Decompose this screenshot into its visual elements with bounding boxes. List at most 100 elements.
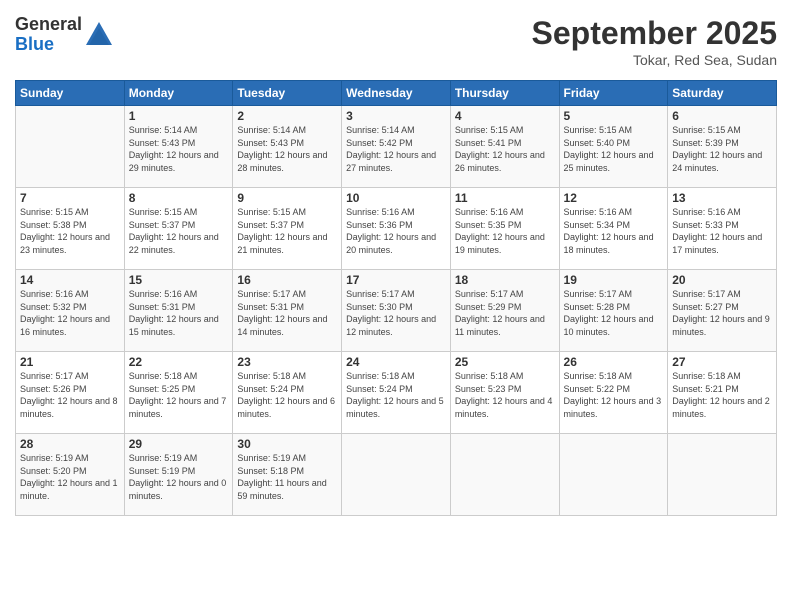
day-cell: 22Sunrise: 5:18 AM Sunset: 5:25 PM Dayli…	[124, 352, 233, 434]
day-number: 27	[672, 355, 772, 369]
day-number: 9	[237, 191, 337, 205]
day-info: Sunrise: 5:17 AM Sunset: 5:31 PM Dayligh…	[237, 288, 337, 338]
day-number: 4	[455, 109, 555, 123]
day-number: 24	[346, 355, 446, 369]
day-cell: 9Sunrise: 5:15 AM Sunset: 5:37 PM Daylig…	[233, 188, 342, 270]
day-info: Sunrise: 5:15 AM Sunset: 5:39 PM Dayligh…	[672, 124, 772, 174]
day-number: 18	[455, 273, 555, 287]
day-cell: 4Sunrise: 5:15 AM Sunset: 5:41 PM Daylig…	[450, 106, 559, 188]
day-number: 21	[20, 355, 120, 369]
day-cell: 8Sunrise: 5:15 AM Sunset: 5:37 PM Daylig…	[124, 188, 233, 270]
day-cell: 7Sunrise: 5:15 AM Sunset: 5:38 PM Daylig…	[16, 188, 125, 270]
day-info: Sunrise: 5:17 AM Sunset: 5:29 PM Dayligh…	[455, 288, 555, 338]
calendar-body: 1Sunrise: 5:14 AM Sunset: 5:43 PM Daylig…	[16, 106, 777, 516]
day-number: 28	[20, 437, 120, 451]
day-number: 13	[672, 191, 772, 205]
day-number: 8	[129, 191, 229, 205]
day-number: 1	[129, 109, 229, 123]
day-cell: 15Sunrise: 5:16 AM Sunset: 5:31 PM Dayli…	[124, 270, 233, 352]
day-cell	[450, 434, 559, 516]
day-cell: 24Sunrise: 5:18 AM Sunset: 5:24 PM Dayli…	[342, 352, 451, 434]
day-cell: 2Sunrise: 5:14 AM Sunset: 5:43 PM Daylig…	[233, 106, 342, 188]
day-number: 7	[20, 191, 120, 205]
day-cell	[16, 106, 125, 188]
day-number: 30	[237, 437, 337, 451]
day-info: Sunrise: 5:18 AM Sunset: 5:24 PM Dayligh…	[346, 370, 446, 420]
day-number: 16	[237, 273, 337, 287]
day-number: 11	[455, 191, 555, 205]
week-row-2: 14Sunrise: 5:16 AM Sunset: 5:32 PM Dayli…	[16, 270, 777, 352]
week-row-3: 21Sunrise: 5:17 AM Sunset: 5:26 PM Dayli…	[16, 352, 777, 434]
header: General Blue September 2025 Tokar, Red S…	[15, 15, 777, 68]
col-friday: Friday	[559, 81, 668, 106]
day-cell: 29Sunrise: 5:19 AM Sunset: 5:19 PM Dayli…	[124, 434, 233, 516]
day-number: 3	[346, 109, 446, 123]
day-info: Sunrise: 5:19 AM Sunset: 5:19 PM Dayligh…	[129, 452, 229, 502]
week-row-0: 1Sunrise: 5:14 AM Sunset: 5:43 PM Daylig…	[16, 106, 777, 188]
logo-general: General	[15, 15, 82, 35]
day-info: Sunrise: 5:14 AM Sunset: 5:43 PM Dayligh…	[237, 124, 337, 174]
day-info: Sunrise: 5:16 AM Sunset: 5:36 PM Dayligh…	[346, 206, 446, 256]
logo-icon	[84, 20, 114, 50]
day-info: Sunrise: 5:17 AM Sunset: 5:28 PM Dayligh…	[564, 288, 664, 338]
day-info: Sunrise: 5:18 AM Sunset: 5:25 PM Dayligh…	[129, 370, 229, 420]
day-cell: 12Sunrise: 5:16 AM Sunset: 5:34 PM Dayli…	[559, 188, 668, 270]
day-number: 14	[20, 273, 120, 287]
week-row-4: 28Sunrise: 5:19 AM Sunset: 5:20 PM Dayli…	[16, 434, 777, 516]
day-info: Sunrise: 5:16 AM Sunset: 5:31 PM Dayligh…	[129, 288, 229, 338]
day-cell: 28Sunrise: 5:19 AM Sunset: 5:20 PM Dayli…	[16, 434, 125, 516]
day-info: Sunrise: 5:14 AM Sunset: 5:42 PM Dayligh…	[346, 124, 446, 174]
day-number: 22	[129, 355, 229, 369]
day-info: Sunrise: 5:19 AM Sunset: 5:18 PM Dayligh…	[237, 452, 337, 502]
day-info: Sunrise: 5:16 AM Sunset: 5:34 PM Dayligh…	[564, 206, 664, 256]
day-cell: 25Sunrise: 5:18 AM Sunset: 5:23 PM Dayli…	[450, 352, 559, 434]
day-info: Sunrise: 5:14 AM Sunset: 5:43 PM Dayligh…	[129, 124, 229, 174]
col-saturday: Saturday	[668, 81, 777, 106]
day-cell	[559, 434, 668, 516]
day-cell	[668, 434, 777, 516]
day-cell: 19Sunrise: 5:17 AM Sunset: 5:28 PM Dayli…	[559, 270, 668, 352]
day-number: 2	[237, 109, 337, 123]
day-cell: 23Sunrise: 5:18 AM Sunset: 5:24 PM Dayli…	[233, 352, 342, 434]
day-cell: 20Sunrise: 5:17 AM Sunset: 5:27 PM Dayli…	[668, 270, 777, 352]
day-cell: 11Sunrise: 5:16 AM Sunset: 5:35 PM Dayli…	[450, 188, 559, 270]
day-cell: 13Sunrise: 5:16 AM Sunset: 5:33 PM Dayli…	[668, 188, 777, 270]
day-number: 12	[564, 191, 664, 205]
day-number: 10	[346, 191, 446, 205]
col-sunday: Sunday	[16, 81, 125, 106]
day-info: Sunrise: 5:17 AM Sunset: 5:27 PM Dayligh…	[672, 288, 772, 338]
logo: General Blue	[15, 15, 114, 55]
day-number: 29	[129, 437, 229, 451]
day-info: Sunrise: 5:17 AM Sunset: 5:30 PM Dayligh…	[346, 288, 446, 338]
day-info: Sunrise: 5:18 AM Sunset: 5:21 PM Dayligh…	[672, 370, 772, 420]
day-number: 15	[129, 273, 229, 287]
calendar-table: Sunday Monday Tuesday Wednesday Thursday…	[15, 80, 777, 516]
day-number: 23	[237, 355, 337, 369]
day-cell: 16Sunrise: 5:17 AM Sunset: 5:31 PM Dayli…	[233, 270, 342, 352]
title-section: September 2025 Tokar, Red Sea, Sudan	[532, 15, 777, 68]
day-number: 25	[455, 355, 555, 369]
day-number: 6	[672, 109, 772, 123]
day-info: Sunrise: 5:19 AM Sunset: 5:20 PM Dayligh…	[20, 452, 120, 502]
day-info: Sunrise: 5:16 AM Sunset: 5:32 PM Dayligh…	[20, 288, 120, 338]
logo-text: General Blue	[15, 15, 82, 55]
day-cell: 27Sunrise: 5:18 AM Sunset: 5:21 PM Dayli…	[668, 352, 777, 434]
day-number: 19	[564, 273, 664, 287]
day-info: Sunrise: 5:15 AM Sunset: 5:37 PM Dayligh…	[129, 206, 229, 256]
day-cell: 21Sunrise: 5:17 AM Sunset: 5:26 PM Dayli…	[16, 352, 125, 434]
col-monday: Monday	[124, 81, 233, 106]
day-info: Sunrise: 5:15 AM Sunset: 5:37 PM Dayligh…	[237, 206, 337, 256]
day-info: Sunrise: 5:15 AM Sunset: 5:40 PM Dayligh…	[564, 124, 664, 174]
col-thursday: Thursday	[450, 81, 559, 106]
day-cell	[342, 434, 451, 516]
header-row: Sunday Monday Tuesday Wednesday Thursday…	[16, 81, 777, 106]
day-info: Sunrise: 5:15 AM Sunset: 5:38 PM Dayligh…	[20, 206, 120, 256]
day-cell: 10Sunrise: 5:16 AM Sunset: 5:36 PM Dayli…	[342, 188, 451, 270]
day-info: Sunrise: 5:16 AM Sunset: 5:33 PM Dayligh…	[672, 206, 772, 256]
day-cell: 26Sunrise: 5:18 AM Sunset: 5:22 PM Dayli…	[559, 352, 668, 434]
day-info: Sunrise: 5:16 AM Sunset: 5:35 PM Dayligh…	[455, 206, 555, 256]
day-info: Sunrise: 5:18 AM Sunset: 5:23 PM Dayligh…	[455, 370, 555, 420]
calendar-header: Sunday Monday Tuesday Wednesday Thursday…	[16, 81, 777, 106]
day-cell: 18Sunrise: 5:17 AM Sunset: 5:29 PM Dayli…	[450, 270, 559, 352]
day-cell: 30Sunrise: 5:19 AM Sunset: 5:18 PM Dayli…	[233, 434, 342, 516]
